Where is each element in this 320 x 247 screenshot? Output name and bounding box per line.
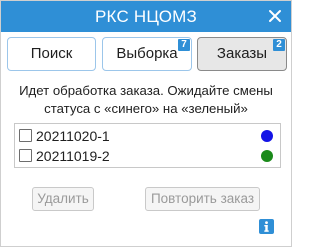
tab-selection[interactable]: Выборка 7 — [102, 37, 192, 71]
orders-panel: РКС НЦОМЗ Поиск Выборка 7 Заказы 2 Идет … — [0, 0, 292, 247]
order-id: 20211019-2 — [36, 148, 110, 164]
title-bar: РКС НЦОМЗ — [1, 1, 291, 32]
order-list: 20211020-1 20211019-2 — [14, 123, 281, 168]
close-icon — [269, 10, 281, 22]
processing-message: Идет обработка заказа. Ожидайте смены ст… — [19, 83, 273, 116]
tab-orders[interactable]: Заказы 2 — [197, 37, 287, 71]
tab-search[interactable]: Поиск — [7, 37, 96, 71]
tab-orders-label: Заказы — [216, 45, 268, 62]
info-icon — [264, 221, 269, 232]
order-checkbox[interactable] — [19, 129, 32, 142]
order-checkbox[interactable] — [19, 149, 32, 162]
status-dot-icon — [261, 130, 273, 142]
order-row[interactable]: 20211019-2 — [15, 145, 280, 167]
tab-selection-label: Выборка — [116, 45, 178, 62]
order-row[interactable]: 20211020-1 — [15, 125, 280, 147]
tab-bar: Поиск Выборка 7 Заказы 2 — [7, 37, 287, 71]
info-button[interactable] — [259, 219, 274, 234]
repeat-order-button[interactable]: Повторить заказ — [145, 187, 260, 211]
delete-button[interactable]: Удалить — [32, 187, 94, 211]
close-button[interactable] — [267, 8, 283, 24]
tab-search-label: Поиск — [30, 45, 73, 62]
tab-orders-count-badge: 2 — [273, 39, 285, 51]
order-id: 20211020-1 — [36, 128, 110, 144]
window-title: РКС НЦОМЗ — [95, 7, 197, 26]
status-dot-icon — [261, 150, 273, 162]
tab-selection-count-badge: 7 — [178, 39, 190, 51]
